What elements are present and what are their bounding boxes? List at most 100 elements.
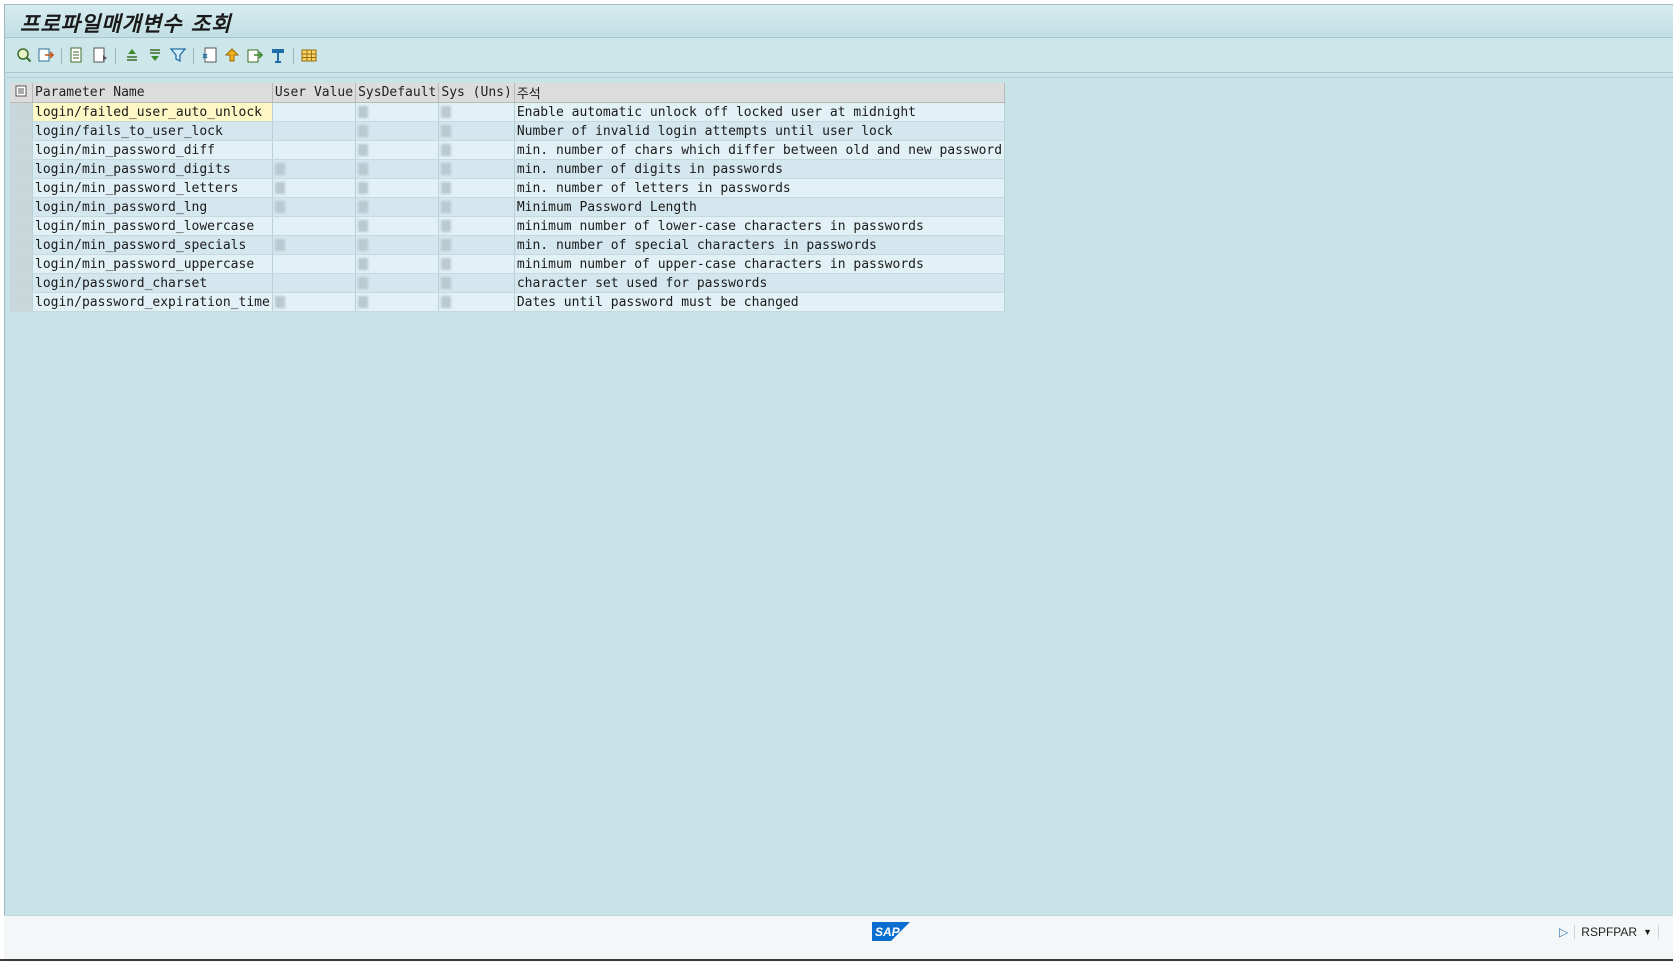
- user-value-cell: [272, 292, 357, 312]
- sys-uns-cell: [438, 292, 515, 312]
- redacted-value: [441, 201, 452, 213]
- row-selector[interactable]: [10, 178, 33, 198]
- select-all-icon[interactable]: [10, 83, 33, 103]
- select-detail-icon[interactable]: [37, 46, 55, 64]
- parameter-name-cell[interactable]: login/min_password_uppercase: [32, 254, 273, 274]
- parameter-name-cell[interactable]: login/min_password_letters: [32, 178, 273, 198]
- column-header-comment[interactable]: 주석: [514, 83, 1006, 103]
- table-row[interactable]: login/min_password_uppercase minimum num…: [10, 254, 1006, 274]
- parameter-name-cell[interactable]: login/min_password_lng: [32, 197, 273, 217]
- status-divider: [1574, 925, 1576, 939]
- parameter-table: Parameter Name User Value SysDefault Sys…: [10, 83, 1006, 312]
- redacted-value: [358, 239, 369, 251]
- toolbar-separator: [193, 48, 194, 64]
- parameter-name-cell[interactable]: login/min_password_specials: [32, 235, 273, 255]
- table-row[interactable]: login/min_password_specials min. number …: [10, 235, 1006, 255]
- sys-uns-cell: [438, 254, 515, 274]
- parameter-name-cell[interactable]: login/min_password_diff: [32, 140, 273, 160]
- redacted-value: [274, 201, 285, 213]
- row-selector[interactable]: [10, 197, 33, 217]
- redacted-value: [358, 182, 369, 194]
- row-selector[interactable]: [10, 102, 33, 122]
- redacted-value: [441, 296, 452, 308]
- user-value-cell: [272, 140, 357, 160]
- row-selector[interactable]: [10, 159, 33, 179]
- user-value-cell: [272, 235, 357, 255]
- toolbar-separator: [293, 48, 294, 64]
- parameter-name-cell[interactable]: login/password_expiration_time: [32, 292, 273, 312]
- parameter-name-cell[interactable]: login/failed_user_auto_unlock: [32, 102, 273, 122]
- comment-cell: min. number of chars which differ betwee…: [514, 140, 1006, 160]
- column-header-sys-uns[interactable]: Sys (Uns): [438, 83, 515, 103]
- sum-icon[interactable]: [201, 46, 219, 64]
- layout-grid-icon[interactable]: [300, 46, 318, 64]
- parameter-name-cell[interactable]: login/fails_to_user_lock: [32, 121, 273, 141]
- column-header-sys-default[interactable]: SysDefault: [355, 83, 440, 103]
- redacted-value: [441, 258, 452, 270]
- play-triangle-icon[interactable]: ▷: [1559, 925, 1568, 939]
- status-divider: [1658, 925, 1659, 939]
- status-bar: SAP ▷ RSPFPAR ▼: [4, 915, 1673, 962]
- column-header-parameter-name[interactable]: Parameter Name: [32, 83, 273, 103]
- table-row[interactable]: login/failed_user_auto_unlock Enable aut…: [10, 102, 1006, 122]
- row-selector[interactable]: [10, 216, 33, 236]
- first-page-icon[interactable]: [68, 46, 86, 64]
- sys-uns-cell: [438, 140, 515, 160]
- sap-logo-icon: SAP: [872, 922, 910, 941]
- filter-icon[interactable]: [169, 46, 187, 64]
- table-header-row: Parameter Name User Value SysDefault Sys…: [10, 83, 1006, 103]
- parameter-name-cell[interactable]: login/password_charset: [32, 273, 273, 293]
- table-row[interactable]: login/fails_to_user_lock Number of inval…: [10, 121, 1006, 141]
- row-selector[interactable]: [10, 254, 33, 274]
- details-icon[interactable]: [15, 46, 33, 64]
- table-row[interactable]: login/min_password_diff min. number of c…: [10, 140, 1006, 160]
- sys-uns-cell: [438, 102, 515, 122]
- transaction-code: RSPFPAR: [1581, 925, 1638, 939]
- table-row[interactable]: login/min_password_digits min. number of…: [10, 159, 1006, 179]
- redacted-value: [358, 220, 369, 232]
- sys-default-cell: [355, 273, 440, 293]
- redacted-value: [358, 163, 369, 175]
- redacted-value: [441, 239, 452, 251]
- comment-cell: min. number of letters in passwords: [514, 178, 1006, 198]
- table-row[interactable]: login/min_password_lng Minimum Password …: [10, 197, 1006, 217]
- system-info[interactable]: ▷ RSPFPAR ▼: [1559, 925, 1659, 939]
- user-value-cell: [272, 159, 357, 179]
- redacted-value: [358, 277, 369, 289]
- redacted-value: [358, 106, 369, 118]
- table-row[interactable]: login/password_expiration_time Dates unt…: [10, 292, 1006, 312]
- comment-cell: Number of invalid login attempts until u…: [514, 121, 1006, 141]
- row-selector[interactable]: [10, 121, 33, 141]
- row-selector[interactable]: [10, 273, 33, 293]
- row-selector[interactable]: [10, 235, 33, 255]
- chevron-down-icon[interactable]: ▼: [1643, 927, 1652, 937]
- sys-uns-cell: [438, 121, 515, 141]
- sys-uns-cell: [438, 197, 515, 217]
- table-row[interactable]: login/password_charset character set use…: [10, 273, 1006, 293]
- user-value-cell: [272, 273, 357, 293]
- sort-ascending-icon[interactable]: [123, 46, 141, 64]
- user-value-cell: [272, 102, 357, 122]
- parameter-name-cell[interactable]: login/min_password_lowercase: [32, 216, 273, 236]
- title-bar: 프로파일매개변수 조회: [5, 5, 1673, 38]
- redacted-value: [441, 277, 452, 289]
- table-row[interactable]: login/min_password_lowercase minimum num…: [10, 216, 1006, 236]
- user-value-cell: [272, 216, 357, 236]
- column-header-user-value[interactable]: User Value: [272, 83, 357, 103]
- user-value-cell: [272, 178, 357, 198]
- row-selector[interactable]: [10, 292, 33, 312]
- parameter-name-cell[interactable]: login/min_password_digits: [32, 159, 273, 179]
- sys-default-cell: [355, 197, 440, 217]
- table-row[interactable]: login/min_password_letters min. number o…: [10, 178, 1006, 198]
- comment-cell: min. number of special characters in pas…: [514, 235, 1006, 255]
- comment-cell: character set used for passwords: [514, 273, 1006, 293]
- export-icon[interactable]: [246, 46, 264, 64]
- sys-uns-cell: [438, 178, 515, 198]
- subtotal-icon[interactable]: [223, 46, 241, 64]
- redacted-value: [274, 296, 285, 308]
- sort-descending-icon[interactable]: [146, 46, 164, 64]
- page-icon[interactable]: [91, 46, 109, 64]
- row-selector[interactable]: [10, 140, 33, 160]
- sys-uns-cell: [438, 235, 515, 255]
- print-icon[interactable]: [269, 46, 287, 64]
